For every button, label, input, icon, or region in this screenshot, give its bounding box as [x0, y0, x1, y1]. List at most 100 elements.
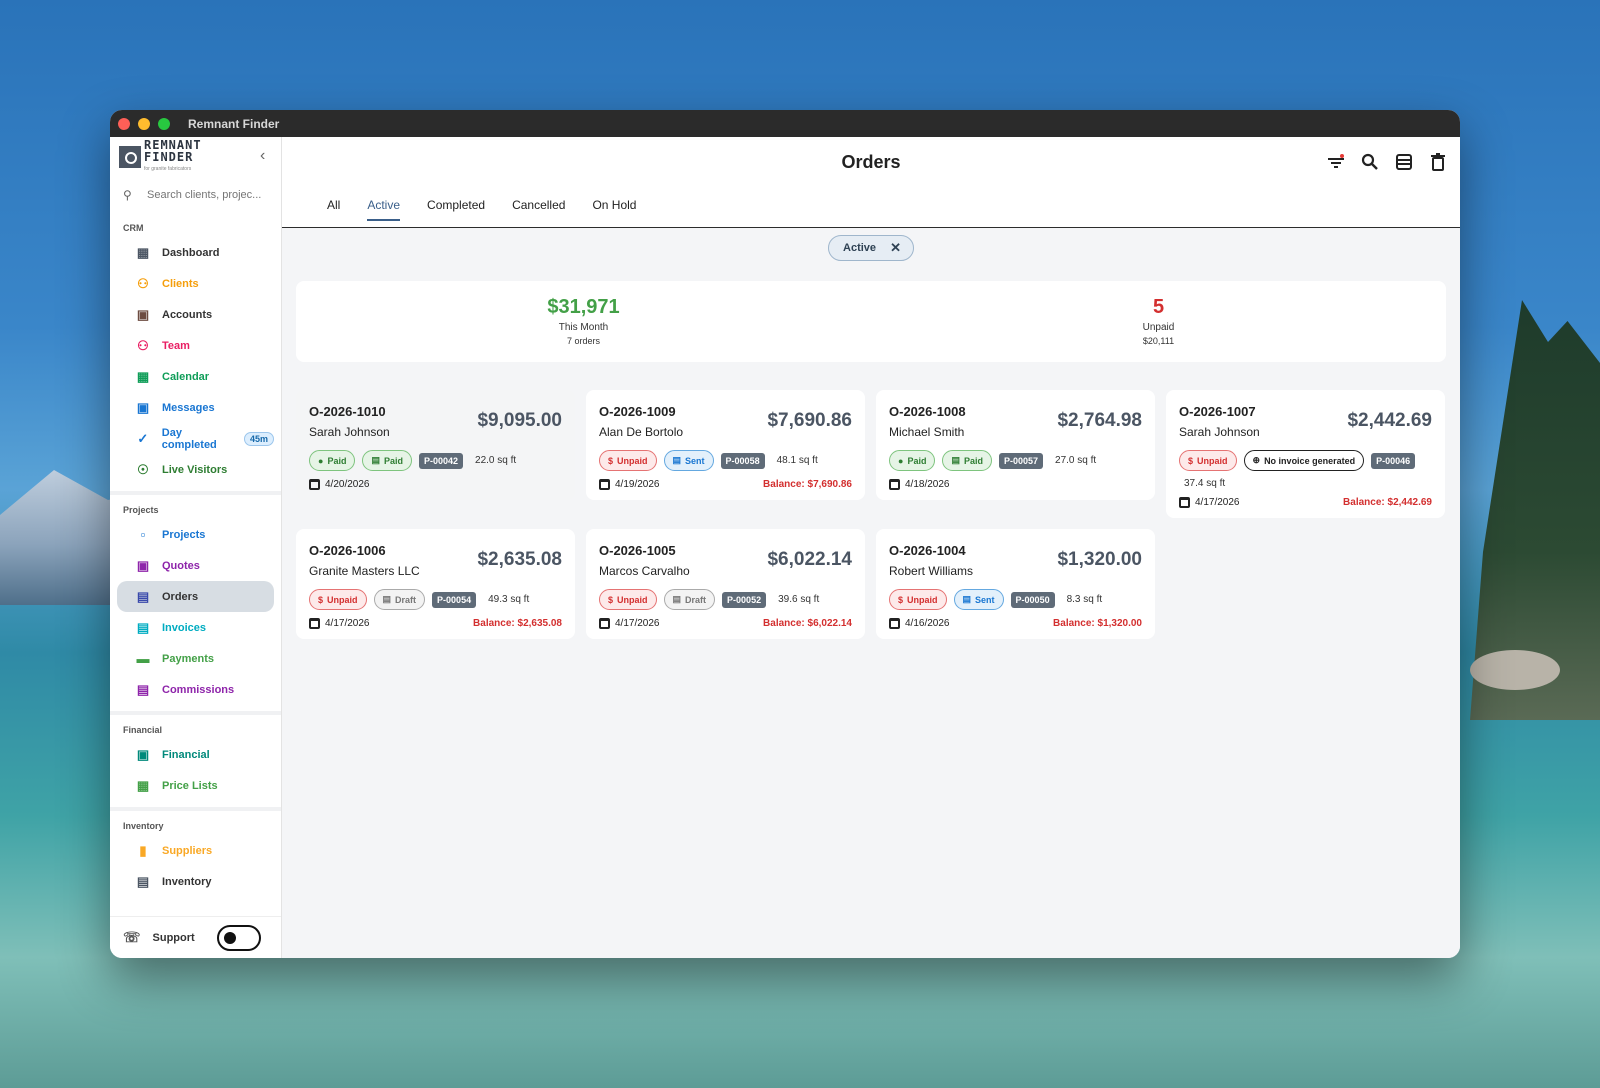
orders-icon: ▤ — [136, 588, 150, 604]
sidebar-item-orders[interactable]: ▤ Orders — [117, 581, 274, 612]
sidebar-item-live-visitors[interactable]: ☉ Live Visitors — [117, 454, 274, 485]
logo-icon — [119, 146, 141, 168]
order-amount: $2,442.69 — [1347, 410, 1432, 431]
balance-due: Balance: $1,320.00 — [1053, 618, 1142, 629]
order-badges: $ Unpaid ▤ Draft P-00054 49.3 sq ft — [309, 589, 562, 610]
main-content: Orders All Active Completed Cancelled On… — [282, 137, 1460, 958]
badge-label: Paid — [907, 455, 927, 466]
order-card[interactable]: O-2026-1004 Robert Williams $1,320.00 $ Unpa… — [876, 529, 1155, 639]
tab-cancelled[interactable]: Cancelled — [512, 198, 565, 221]
sidebar-item-suppliers[interactable]: ▮ Suppliers — [117, 835, 274, 866]
sidebar-item-projects[interactable]: ▫ Projects — [117, 519, 274, 550]
noinv-status-badge: ⊕ No invoice generated — [1243, 450, 1365, 471]
sidebar-section-title: Inventory — [123, 821, 164, 831]
unpaid-count: 5 — [1152, 296, 1165, 318]
project-code[interactable]: P-00054 — [432, 591, 477, 608]
sidebar-section-title: Financial — [123, 725, 163, 735]
page-title: Orders — [841, 152, 901, 172]
trash-icon[interactable] — [1428, 152, 1448, 172]
sidebar-item-dashboard[interactable]: ▦ Dashboard — [117, 237, 274, 268]
order-card[interactable]: O-2026-1009 Alan De Bortolo $7,690.86 $ Unpa… — [586, 390, 865, 500]
sidebar-item-commissions[interactable]: ▤ Commissions — [117, 674, 274, 705]
badge-label: Unpaid — [617, 455, 648, 466]
sidebar-item-messages[interactable]: ▣ Messages — [117, 392, 274, 423]
tab-completed[interactable]: Completed — [427, 198, 485, 221]
order-card[interactable]: O-2026-1006 Granite Masters LLC $2,635.08 $… — [296, 529, 575, 639]
sidebar-item-payments[interactable]: ▬ Payments — [117, 643, 274, 674]
project-code[interactable]: P-00046 — [1371, 452, 1416, 469]
app-logo[interactable]: REMNANT FINDER for granite fabricators — [110, 137, 281, 173]
sidebar-item-day-completed[interactable]: ✓ Day completed 45m — [117, 423, 274, 454]
support-link[interactable]: Support — [153, 932, 195, 944]
receipt-icon: ▤ — [951, 455, 960, 465]
sidebar-item-label: Accounts — [162, 308, 213, 321]
sidebar-item-inventory[interactable]: ▤ Inventory — [117, 866, 274, 897]
no-dollar-icon: $ — [608, 455, 614, 466]
calendar-icon — [599, 479, 610, 490]
sidebar-item-price-lists[interactable]: ▦ Price Lists — [117, 770, 274, 801]
quote-icon: ▣ — [136, 557, 150, 573]
receipt-icon: ▤ — [371, 455, 380, 465]
search-input[interactable] — [147, 189, 267, 201]
tab-active[interactable]: Active — [367, 198, 401, 221]
order-card[interactable]: O-2026-1008 Michael Smith $2,764.98 ● Paid ▤ P… — [876, 390, 1155, 500]
tab-all[interactable]: All — [327, 198, 340, 221]
sidebar-item-invoices[interactable]: ▤ Invoices — [117, 612, 274, 643]
calendar-icon — [889, 618, 900, 629]
project-code[interactable]: P-00057 — [998, 452, 1044, 469]
sidebar-item-label: Dashboard — [162, 246, 220, 259]
sidebar-item-team[interactable]: ⚇ Team — [117, 330, 274, 361]
date-text: 4/17/2026 — [325, 618, 370, 629]
sidebar-item-accounts[interactable]: ▣ Accounts — [117, 299, 274, 330]
summary-this-month: $31,971 This Month 7 orders — [296, 281, 871, 362]
receipt-icon: ▤ — [962, 594, 972, 604]
sidebar-item-label: Price Lists — [162, 779, 218, 792]
active-filter-chip[interactable]: Active ✕ — [828, 235, 914, 261]
order-footer: 4/17/2026 Balance: $2,442.69 — [1179, 497, 1432, 508]
maximize-window-button[interactable] — [158, 117, 170, 130]
square-footage: 39.6 sq ft — [778, 594, 820, 605]
order-card[interactable]: O-2026-1005 Marcos Carvalho $6,022.14 $ Unpa… — [586, 529, 865, 639]
theme-toggle[interactable] — [216, 924, 261, 951]
sidebar-item-calendar[interactable]: ▦ Calendar — [117, 361, 274, 392]
close-icon[interactable]: ✕ — [890, 240, 901, 256]
order-amount: $1,320.00 — [1057, 549, 1142, 570]
order-card[interactable]: O-2026-1010 Sarah Johnson $9,095.00 ● Paid ▤ P… — [296, 390, 575, 500]
truck-icon: ▮ — [139, 842, 147, 858]
unpaid-status-badge: $ Unpaid — [309, 589, 367, 610]
logo-tagline: for granite fabricators — [144, 166, 192, 172]
order-card[interactable]: O-2026-1007 Sarah Johnson $2,442.69 $ Unpaid… — [1166, 390, 1445, 518]
sidebar-item-financial[interactable]: ▣ Financial — [117, 739, 274, 770]
calendar-icon — [889, 479, 900, 490]
square-footage: 37.4 sq ft — [1184, 478, 1226, 489]
this-month-orders: 7 orders — [566, 336, 601, 346]
order-date: 4/16/2026 — [889, 618, 950, 629]
tab-on-hold[interactable]: On Hold — [592, 198, 636, 221]
search-icon[interactable] — [1360, 152, 1380, 172]
filter-icon[interactable] — [1326, 152, 1346, 172]
sidebar-item-label: Projects — [162, 528, 206, 541]
order-footer: 4/16/2026 Balance: $1,320.00 — [889, 618, 1142, 629]
support-row: ☏ Support — [110, 916, 281, 958]
search-icon: ⚲ — [123, 188, 132, 202]
sidebar-section-title: Projects — [123, 505, 159, 515]
collapse-sidebar-icon[interactable]: ‹ — [260, 147, 265, 165]
project-code[interactable]: P-00050 — [1010, 591, 1055, 608]
calendar-icon — [309, 618, 320, 629]
sidebar-item-label: Calendar — [162, 370, 210, 383]
project-code[interactable]: P-00058 — [720, 452, 765, 469]
badge-label: Unpaid — [327, 594, 358, 605]
sidebar-item-label: Quotes — [162, 559, 200, 572]
project-code[interactable]: P-00042 — [418, 452, 464, 469]
sidebar-item-clients[interactable]: ⚇ Clients — [117, 268, 274, 299]
filter-chip-label: Active — [843, 242, 877, 254]
project-code[interactable]: P-00052 — [722, 591, 767, 608]
sidebar-item-quotes[interactable]: ▣ Quotes — [117, 550, 274, 581]
date-text: 4/16/2026 — [905, 618, 950, 629]
team-icon: ⚇ — [137, 337, 149, 353]
close-window-button[interactable] — [118, 117, 130, 130]
minimize-window-button[interactable] — [138, 117, 150, 130]
sidebar-item-label: Inventory — [162, 875, 212, 888]
order-date: 4/17/2026 — [599, 618, 660, 629]
list-view-icon[interactable] — [1394, 152, 1414, 172]
